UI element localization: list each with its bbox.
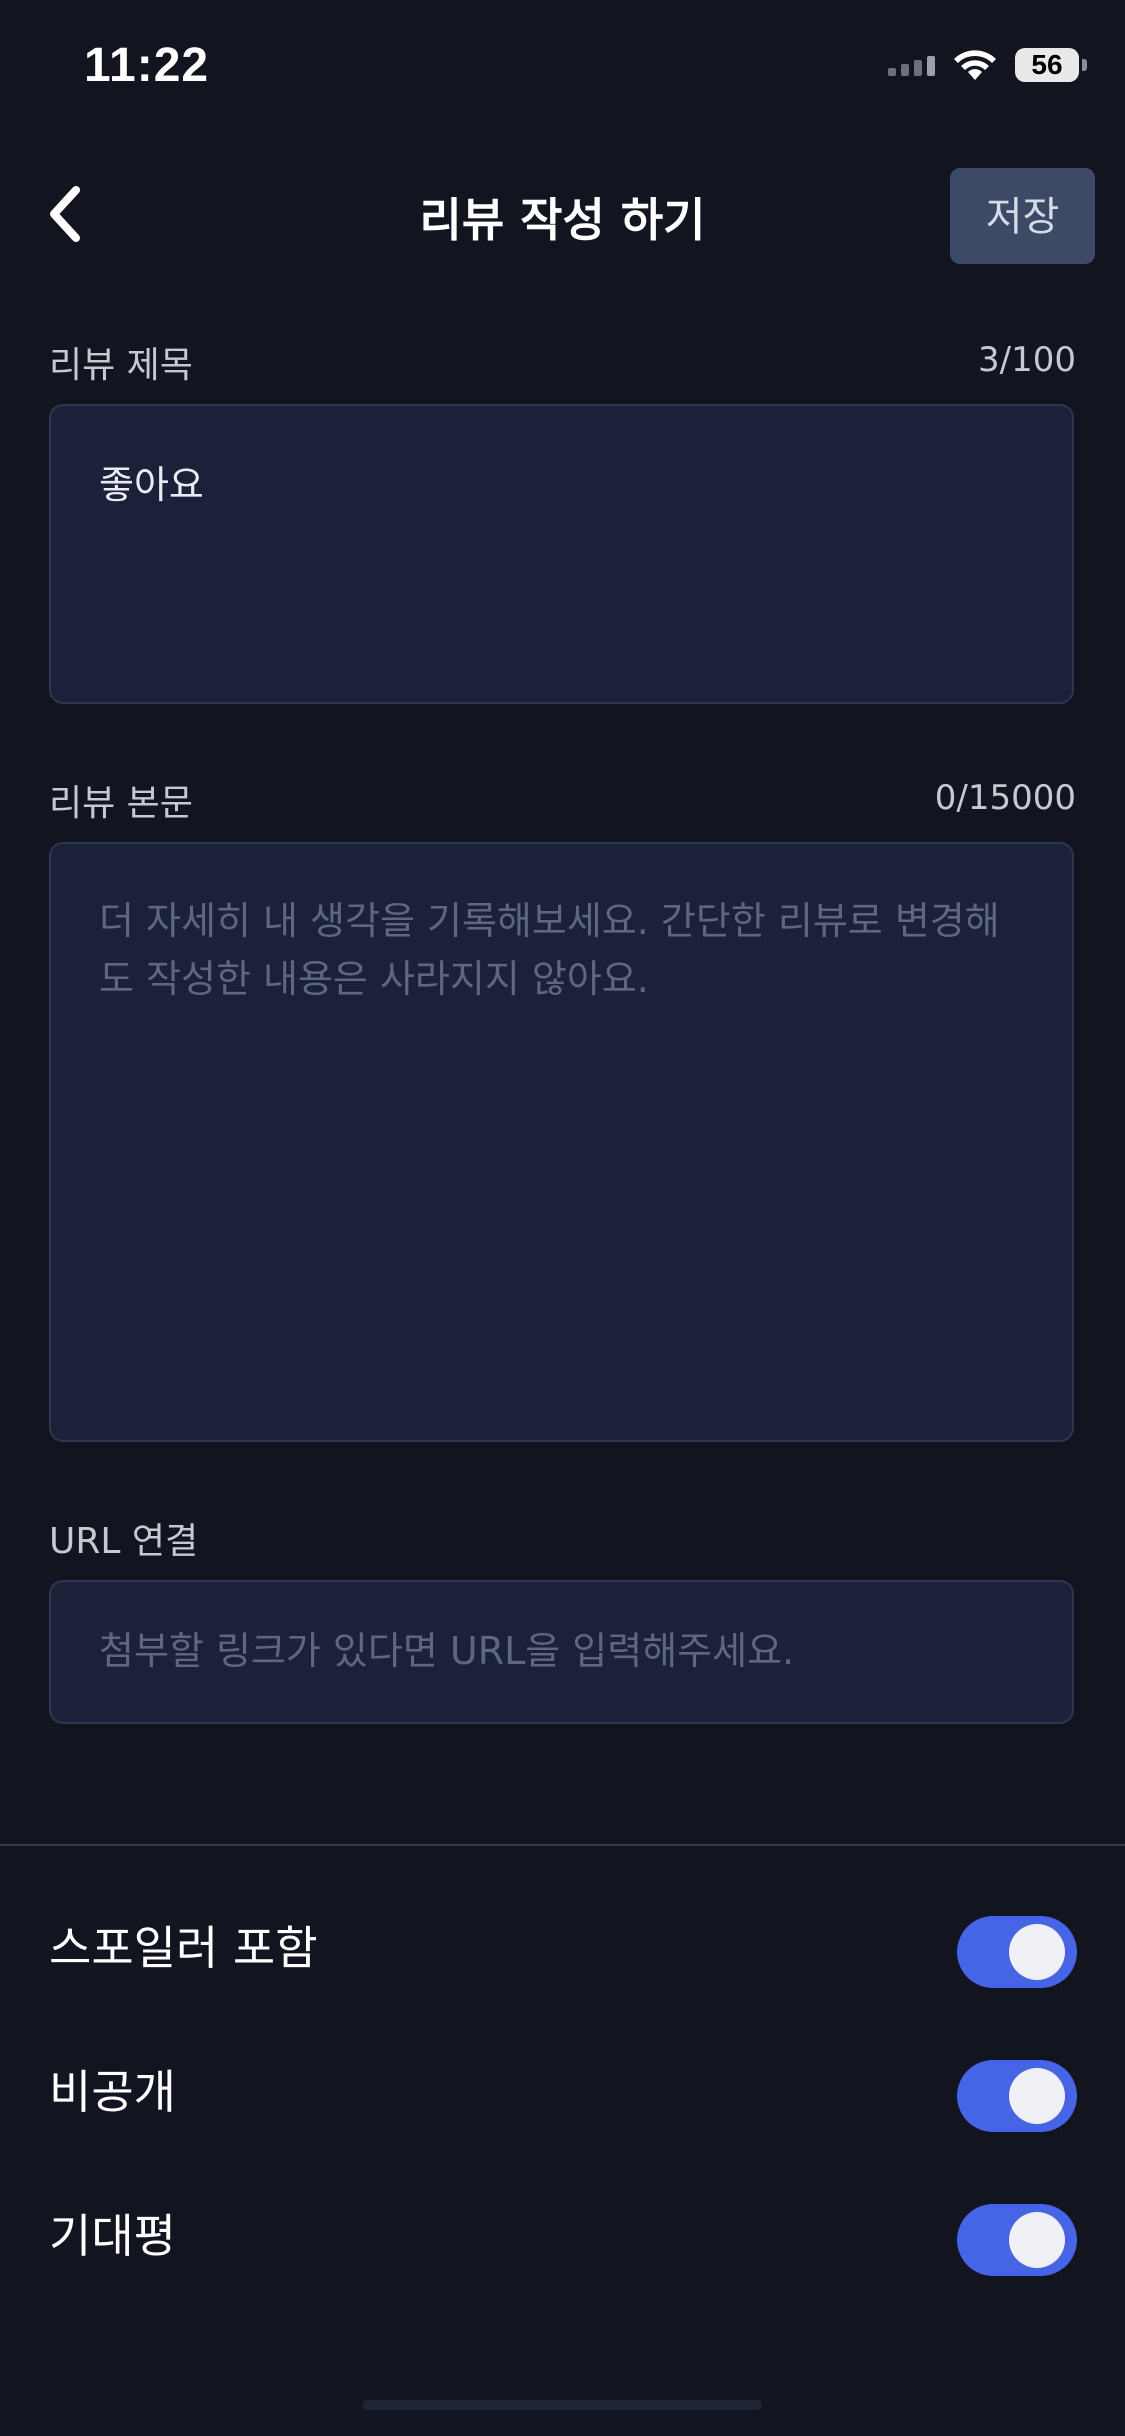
cellular-signal-icon [888,54,935,76]
expectation-toggle[interactable] [957,2204,1077,2276]
review-write-screen: 11:22 56 리뷰 작성 하기 저장 리뷰 제목 3/100 좋아요 리뷰 … [0,0,1125,2436]
toggle-knob [1009,2068,1065,2124]
url-label: URL 연결 [49,1521,199,1562]
toggle-knob [1009,1924,1065,1980]
wifi-icon [954,50,996,80]
review-title-value: 좋아요 [99,463,204,507]
battery-tip [1082,59,1087,71]
toggle-label-expectation: 기대평 [49,2209,176,2263]
review-body-counter: 0/15000 [934,778,1076,818]
review-body-label: 리뷰 본문 [49,783,193,824]
review-body-placeholder: 더 자세히 내 생각을 기록해보세요. 간단한 리뷰로 변경해도 작성한 내용은… [99,899,1000,1001]
home-indicator [362,2400,762,2410]
review-title-input[interactable]: 좋아요 [49,404,1074,704]
url-placeholder: 첨부할 링크가 있다면 URL을 입력해주세요. [99,1629,795,1673]
review-body-textarea[interactable]: 더 자세히 내 생각을 기록해보세요. 간단한 리뷰로 변경해도 작성한 내용은… [49,842,1074,1442]
toggle-label-private: 비공개 [49,2065,176,2119]
save-button[interactable]: 저장 [950,168,1095,264]
toggle-knob [1009,2212,1065,2268]
spoiler-toggle[interactable] [957,1916,1077,1988]
battery-level: 56 [1031,49,1063,80]
battery-icon: 56 [1015,48,1087,82]
status-indicators: 56 [888,48,1087,82]
review-title-counter: 3/100 [978,340,1076,380]
toggle-label-spoiler: 스포일러 포함 [49,1921,318,1975]
section-divider [0,1844,1125,1846]
url-input[interactable]: 첨부할 링크가 있다면 URL을 입력해주세요. [49,1580,1074,1724]
review-title-label: 리뷰 제목 [49,345,193,386]
private-toggle[interactable] [957,2060,1077,2132]
status-time: 11:22 [84,39,210,92]
